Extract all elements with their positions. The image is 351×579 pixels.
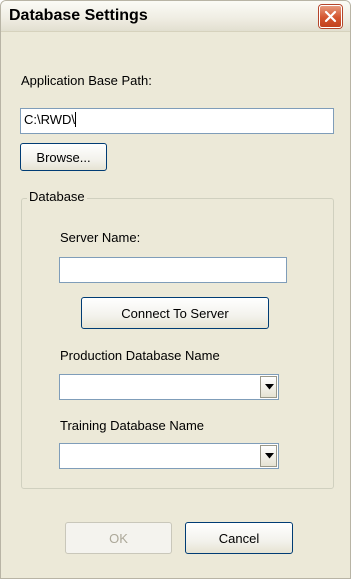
app-base-path-label: Application Base Path:: [21, 73, 152, 88]
app-base-path-value: C:\RWD\: [24, 112, 76, 127]
server-name-input[interactable]: [59, 257, 287, 283]
close-button[interactable]: [319, 5, 342, 28]
ok-button[interactable]: OK: [65, 522, 172, 554]
production-db-label: Production Database Name: [60, 348, 220, 363]
app-base-path-input[interactable]: C:\RWD\: [20, 108, 334, 134]
database-group-legend: Database: [27, 189, 87, 204]
ok-button-label: OK: [109, 530, 128, 546]
browse-button-label: Browse...: [36, 149, 91, 165]
connect-to-server-label: Connect To Server: [121, 305, 229, 321]
training-db-label: Training Database Name: [60, 418, 205, 433]
title-bar[interactable]: Database Settings: [1, 1, 350, 32]
server-name-label: Server Name:: [60, 230, 141, 245]
training-db-dropdown-button[interactable]: [260, 445, 277, 467]
chevron-down-icon: [265, 384, 274, 390]
cancel-button-label: Cancel: [218, 530, 260, 546]
close-icon: [324, 10, 337, 23]
training-db-select[interactable]: [59, 443, 279, 469]
connect-to-server-button[interactable]: Connect To Server: [81, 297, 269, 329]
production-db-select[interactable]: [59, 374, 279, 400]
production-db-dropdown-button[interactable]: [260, 376, 277, 398]
chevron-down-icon: [265, 453, 274, 459]
browse-button[interactable]: Browse...: [20, 143, 107, 171]
database-settings-dialog: Database Settings Application Base Path:…: [0, 0, 351, 579]
text-caret: [75, 112, 77, 127]
window-title: Database Settings: [9, 7, 148, 24]
cancel-button[interactable]: Cancel: [185, 522, 293, 554]
